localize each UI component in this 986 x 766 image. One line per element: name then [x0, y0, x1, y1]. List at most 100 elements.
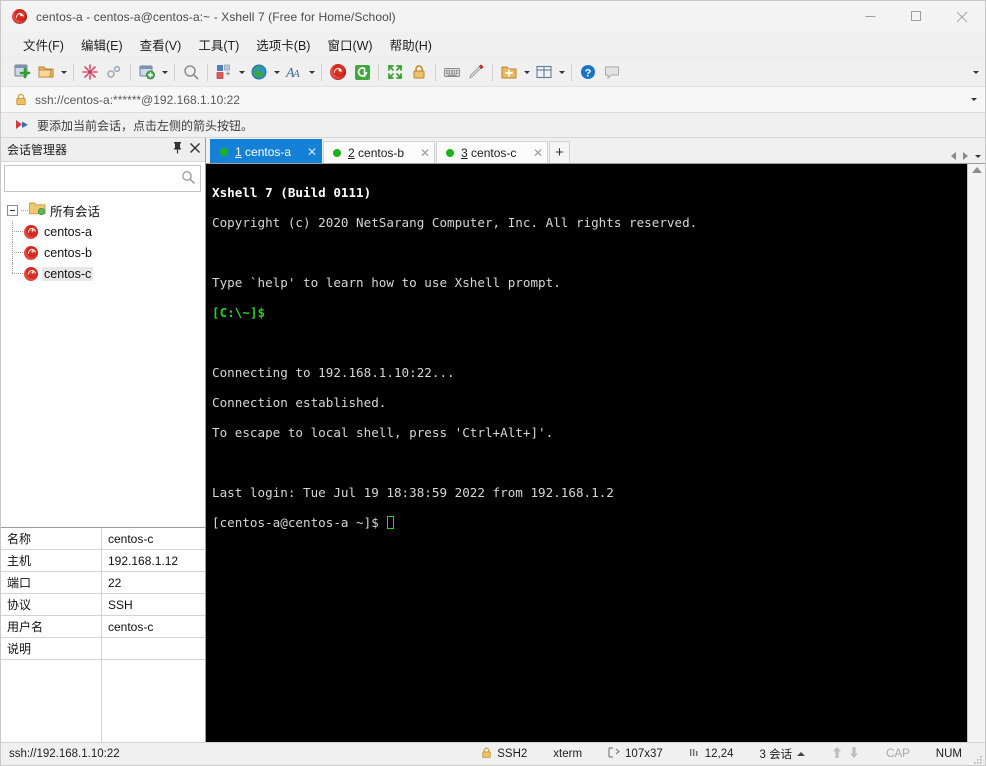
tab-close-icon[interactable]: ✕: [297, 146, 317, 158]
session-icon: [24, 266, 38, 281]
session-manager-title: 会话管理器: [7, 143, 68, 157]
arrow-pointer-icon: [15, 119, 29, 132]
layout-icon[interactable]: [212, 60, 236, 84]
status-transfer-indicators: [818, 746, 873, 762]
link-icon[interactable]: [102, 60, 126, 84]
font-icon[interactable]: A A: [282, 60, 306, 84]
resize-grip[interactable]: [972, 752, 983, 764]
find-icon[interactable]: [179, 60, 203, 84]
tab-close-icon[interactable]: ✕: [523, 147, 543, 159]
open-session-icon[interactable]: [34, 60, 58, 84]
property-key: 端口: [1, 572, 102, 593]
new-tab-button[interactable]: +: [549, 141, 570, 163]
terminal-line: Connecting to 192.168.1.10:22...: [212, 365, 455, 380]
table-row: 用户名 centos-c: [1, 616, 205, 638]
main-area: 会话管理器 所有会话 centos-a centos-b centos-c 名称…: [1, 138, 985, 742]
pin-icon[interactable]: [172, 141, 183, 159]
property-value: centos-c: [102, 528, 205, 549]
scroll-tabs-left-icon[interactable]: [951, 152, 956, 160]
disconnect-icon[interactable]: [78, 60, 102, 84]
menu-help[interactable]: 帮助(H): [382, 32, 441, 57]
menu-edit[interactable]: 编辑(E): [73, 32, 132, 57]
terminal-line: Xshell 7 (Build 0111): [212, 185, 372, 200]
new-folder-dropdown[interactable]: [521, 60, 532, 84]
menu-view[interactable]: 查看(V): [132, 32, 191, 57]
address-dropdown-button[interactable]: [971, 87, 977, 112]
new-folder-icon[interactable]: [497, 60, 521, 84]
menu-file[interactable]: 文件(F): [15, 32, 73, 57]
menu-tabs[interactable]: 选项卡(B): [248, 32, 319, 57]
lock-icon: [481, 747, 492, 762]
toolbar-overflow-button[interactable]: [973, 58, 979, 86]
tab-centos-a[interactable]: 1 centos-a ✕: [210, 139, 322, 163]
properties-filler: [1, 660, 205, 742]
session-item-centos-c[interactable]: centos-c: [1, 263, 205, 284]
session-properties-table: 名称 centos-c 主机 192.168.1.12 端口 22 协议 SSH…: [1, 527, 205, 742]
terminal-output[interactable]: Xshell 7 (Build 0111) Copyright (c) 2020…: [206, 164, 967, 742]
address-value: ssh://centos-a:******@192.168.1.10:22: [35, 92, 240, 107]
session-item-centos-b[interactable]: centos-b: [1, 242, 205, 263]
highlight-pen-icon[interactable]: [464, 60, 488, 84]
search-input[interactable]: [5, 167, 200, 190]
menu-window[interactable]: 窗口(W): [319, 32, 381, 57]
session-item-centos-a[interactable]: centos-a: [1, 221, 205, 242]
table-row: 说明: [1, 638, 205, 660]
app-icon: [12, 8, 28, 25]
scroll-tabs-right-icon[interactable]: [963, 152, 968, 160]
status-protocol: SSH2: [468, 747, 540, 762]
chevron-up-icon[interactable]: [797, 752, 806, 756]
session-manager-dropdown[interactable]: [159, 60, 170, 84]
help-icon[interactable]: ?: [576, 60, 600, 84]
status-position-label: 12,24: [704, 748, 734, 760]
globe-icon[interactable]: [247, 60, 271, 84]
close-icon[interactable]: [189, 141, 201, 159]
title-bar: centos-a - centos-a@centos-a:~ - Xshell …: [1, 1, 985, 32]
window-title: centos-a - centos-a@centos-a:~ - Xshell …: [36, 9, 396, 24]
session-label: centos-c: [42, 266, 94, 281]
tree-expander-icon[interactable]: [7, 205, 18, 216]
tab-centos-c[interactable]: 3 centos-c ✕: [436, 141, 548, 163]
property-value: centos-c: [102, 616, 205, 637]
lock-icon[interactable]: [407, 60, 431, 84]
xshell-icon[interactable]: [326, 60, 350, 84]
status-session-count[interactable]: 3 会话: [747, 746, 819, 762]
xftp-icon[interactable]: [350, 60, 374, 84]
menu-tools[interactable]: 工具(T): [190, 32, 248, 57]
keyboard-icon[interactable]: [440, 60, 464, 84]
open-session-dropdown[interactable]: [58, 60, 69, 84]
session-manager-icon[interactable]: [135, 60, 159, 84]
new-session-icon[interactable]: [10, 60, 34, 84]
download-arrow-icon: [848, 746, 860, 762]
terminal-scrollbar[interactable]: [967, 164, 985, 742]
status-caps-lock: CAP: [886, 748, 910, 760]
property-key: 用户名: [1, 616, 102, 637]
property-value: 192.168.1.12: [102, 550, 205, 571]
fullscreen-icon[interactable]: [383, 60, 407, 84]
maximize-button[interactable]: [893, 1, 939, 32]
globe-dropdown[interactable]: [271, 60, 282, 84]
lock-icon: [15, 93, 27, 106]
toolbar-separator: [492, 63, 493, 81]
address-bar[interactable]: ssh://centos-a:******@192.168.1.10:22: [1, 87, 985, 113]
minimize-button[interactable]: [847, 1, 893, 32]
tab-label: centos-b: [358, 145, 405, 160]
scroll-up-icon[interactable]: [971, 167, 982, 173]
font-dropdown[interactable]: [306, 60, 317, 84]
toolbar-separator: [378, 63, 379, 81]
tab-centos-b[interactable]: 2 centos-b ✕: [323, 141, 435, 163]
folder-icon: [29, 201, 46, 220]
tab-overflow-icon[interactable]: [975, 154, 981, 158]
status-size-label: 107x37: [625, 748, 663, 760]
terminal-prompt: [centos-a@centos-a ~]$: [212, 515, 387, 530]
layout-dropdown[interactable]: [236, 60, 247, 84]
close-button[interactable]: [939, 1, 985, 32]
tab-close-icon[interactable]: ✕: [410, 147, 430, 159]
tab-bar-controls: [951, 152, 981, 160]
split-view-icon[interactable]: [532, 60, 556, 84]
tree-root-all-sessions[interactable]: 所有会话: [1, 200, 205, 221]
tab-bar: 1 centos-a ✕ 2 centos-b ✕ 3 centos-c ✕ +: [206, 138, 985, 163]
feedback-icon[interactable]: [600, 60, 624, 84]
session-search-box[interactable]: [4, 165, 201, 192]
split-view-dropdown[interactable]: [556, 60, 567, 84]
